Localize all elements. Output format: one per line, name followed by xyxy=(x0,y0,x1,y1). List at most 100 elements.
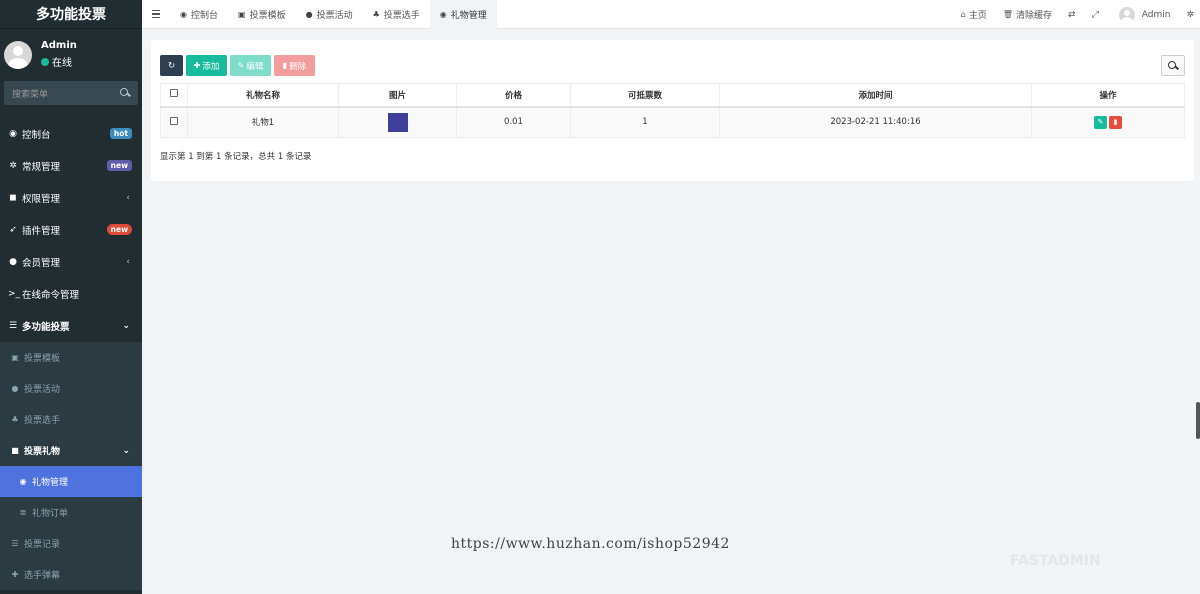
sidebar-item-addon[interactable]: ➶ 插件管理 new xyxy=(0,214,142,246)
watermark-logo: FASTADMIN xyxy=(1010,553,1101,569)
sidebar-item-gift-order[interactable]: ≣ 礼物订单 xyxy=(0,497,142,528)
gift-manage-icon: ◉ xyxy=(439,9,447,19)
fullscreen-icon[interactable]: ⤢ xyxy=(1084,10,1107,20)
cell-name: 礼物1 xyxy=(187,106,339,138)
search-icon xyxy=(1168,60,1178,71)
bomb-icon: ● xyxy=(305,9,313,19)
list-icon: ☰ xyxy=(8,321,18,331)
scrollbar-handle[interactable] xyxy=(1196,402,1200,439)
gift-manage-icon: ◉ xyxy=(19,477,27,486)
gift-submenu: ◉ 礼物管理 ≣ 礼物订单 xyxy=(0,466,142,528)
nav-right: ⌂ 主页 🗑︎ 清除缓存 ⇄ ⤢ Admin ✲ xyxy=(953,0,1200,29)
content-panel: ↻ ✚ 添加 ✎ 编辑 ▮ 删除 礼物名称 图片 价格 可抵票数 添加时间 操作 礼物… xyxy=(151,40,1194,181)
sidebar-item-player-danmu[interactable]: ✚ 选手弹幕 xyxy=(0,559,142,590)
bomb-icon: ● xyxy=(11,384,19,393)
user-panel: Admin 在线 xyxy=(0,33,142,76)
sidebar: 多功能投票 Admin 在线 搜索菜单 ◉ 控制台 hot ✲ 常规管理 new… xyxy=(0,0,142,594)
sidebar-item-vote-activity[interactable]: ● 投票活动 xyxy=(0,373,142,404)
user-status: 在线 xyxy=(41,54,77,69)
sidebar-item-member[interactable]: ● 会员管理 ‹ xyxy=(0,246,142,278)
select-all-checkbox[interactable] xyxy=(170,89,178,98)
tab-vote-activity[interactable]: ● 投票活动 xyxy=(296,0,363,29)
avatar xyxy=(1118,6,1135,23)
trash-icon: 🗑︎ xyxy=(1002,10,1013,19)
gift-icon: ■ xyxy=(11,446,19,455)
sidebar-menu: ◉ 控制台 hot ✲ 常规管理 new ◼ 权限管理 ‹ ➶ 插件管理 new… xyxy=(0,118,142,590)
sidebar-item-gift-manage[interactable]: ◉ 礼物管理 xyxy=(0,466,142,497)
refresh-button[interactable]: ↻ xyxy=(160,55,183,76)
refresh-icon: ↻ xyxy=(167,60,176,71)
home-link[interactable]: ⌂ 主页 xyxy=(953,8,995,21)
top-navbar: ◉ 控制台 ▣ 投票模板 ● 投票活动 ♣ 投票选手 ◉ 礼物管理 ⌂ 主页 🗑… xyxy=(142,0,1200,29)
dashboard-icon: ◉ xyxy=(180,9,187,19)
gear-icon[interactable]: ✲ xyxy=(1178,10,1200,20)
record-list-icon: ☰ xyxy=(11,539,19,548)
tab-gift-manage[interactable]: ◉ 礼物管理 xyxy=(429,0,497,29)
user-plus-icon: ♣ xyxy=(372,9,380,19)
row-edit-button[interactable]: ✎ xyxy=(1094,115,1107,129)
col-header-votes[interactable]: 可抵票数 xyxy=(570,83,720,108)
sidebar-item-vote-gift[interactable]: ■ 投票礼物 ⌄ xyxy=(0,435,142,466)
search-icon[interactable] xyxy=(120,88,130,98)
vote-submenu: ▣ 投票模板 ● 投票活动 ♣ 投票选手 ■ 投票礼物 ⌄ ◉ 礼物管理 ≣ 礼… xyxy=(0,342,142,590)
table-row[interactable]: 礼物1 0.01 1 2023-02-21 11:40:16 ✎ ▮ xyxy=(160,106,1185,138)
chevron-down-icon: ⌄ xyxy=(122,445,130,456)
trash-icon: ▮ xyxy=(282,61,288,70)
watermark-text: https://www.huzhan.com/ishop52942 xyxy=(451,536,730,552)
user-name: Admin xyxy=(41,40,77,51)
sidebar-item-vote-record[interactable]: ☰ 投票记录 xyxy=(0,528,142,559)
sidebar-item-vote-player[interactable]: ♣ 投票选手 xyxy=(0,404,142,435)
gift-image-thumbnail[interactable] xyxy=(387,112,408,132)
new-badge: new xyxy=(106,224,132,235)
template-icon: ▣ xyxy=(238,9,246,19)
col-header-name[interactable]: 礼物名称 xyxy=(187,83,339,108)
sidebar-item-command[interactable]: >_ 在线命令管理 xyxy=(0,278,142,310)
pencil-icon: ✎ xyxy=(237,61,245,70)
clear-cache-button[interactable]: 🗑︎ 清除缓存 xyxy=(995,8,1060,21)
table-search-button[interactable] xyxy=(1161,55,1185,76)
order-list-icon: ≣ xyxy=(19,508,27,517)
template-icon: ▣ xyxy=(11,353,19,362)
row-delete-button[interactable]: ▮ xyxy=(1109,115,1122,129)
col-header-actions: 操作 xyxy=(1031,83,1185,108)
terminal-icon: >_ xyxy=(8,289,21,299)
new-badge: new xyxy=(106,160,132,171)
sidebar-search-input[interactable]: 搜索菜单 xyxy=(4,81,138,105)
add-button[interactable]: ✚ 添加 xyxy=(186,55,227,76)
col-header-time[interactable]: 添加时间 xyxy=(719,83,1032,108)
hot-badge: hot xyxy=(109,128,132,139)
sidebar-toggle-icon[interactable] xyxy=(142,9,170,19)
user-plus-icon: ♣ xyxy=(11,415,19,424)
col-header-price[interactable]: 价格 xyxy=(456,83,571,108)
chevron-down-icon: ⌄ xyxy=(122,321,130,331)
tab-vote-player[interactable]: ♣ 投票选手 xyxy=(363,0,430,29)
gift-table: 礼物名称 图片 价格 可抵票数 添加时间 操作 礼物1 0.01 1 2023-… xyxy=(160,83,1185,138)
sidebar-item-vote-template[interactable]: ▣ 投票模板 xyxy=(0,342,142,373)
toolbar: ↻ ✚ 添加 ✎ 编辑 ▮ 删除 xyxy=(160,55,315,76)
sidebar-item-auth[interactable]: ◼ 权限管理 ‹ xyxy=(0,182,142,214)
pagination-info: 显示第 1 到第 1 条记录，总共 1 条记录 xyxy=(160,152,312,162)
sidebar-item-dashboard[interactable]: ◉ 控制台 hot xyxy=(0,118,142,150)
avatar xyxy=(4,40,32,69)
chevron-left-icon: ‹ xyxy=(126,193,130,203)
dashboard-icon: ◉ xyxy=(9,129,17,139)
cogs-icon: ✲ xyxy=(9,161,17,171)
edit-button[interactable]: ✎ 编辑 xyxy=(230,55,271,76)
row-checkbox[interactable] xyxy=(170,116,178,125)
delete-button[interactable]: ▮ 删除 xyxy=(274,55,315,76)
sidebar-item-general[interactable]: ✲ 常规管理 new xyxy=(0,150,142,182)
plus-icon: ✚ xyxy=(193,61,201,70)
col-header-image[interactable]: 图片 xyxy=(338,83,457,108)
brand-logo[interactable]: 多功能投票 xyxy=(0,0,142,29)
group-icon: ◼ xyxy=(9,193,17,203)
cell-votes: 1 xyxy=(570,106,720,138)
move-icon: ✚ xyxy=(11,570,19,579)
sidebar-item-vote[interactable]: ☰ 多功能投票 ⌄ xyxy=(0,310,142,342)
tab-dashboard[interactable]: ◉ 控制台 xyxy=(170,0,228,29)
language-icon[interactable]: ⇄ xyxy=(1060,10,1084,20)
rocket-icon: ➶ xyxy=(9,225,17,235)
user-menu[interactable]: Admin xyxy=(1107,6,1179,23)
tab-vote-template[interactable]: ▣ 投票模板 xyxy=(228,0,296,29)
cell-time: 2023-02-21 11:40:16 xyxy=(719,106,1032,138)
online-dot-icon xyxy=(41,57,49,66)
